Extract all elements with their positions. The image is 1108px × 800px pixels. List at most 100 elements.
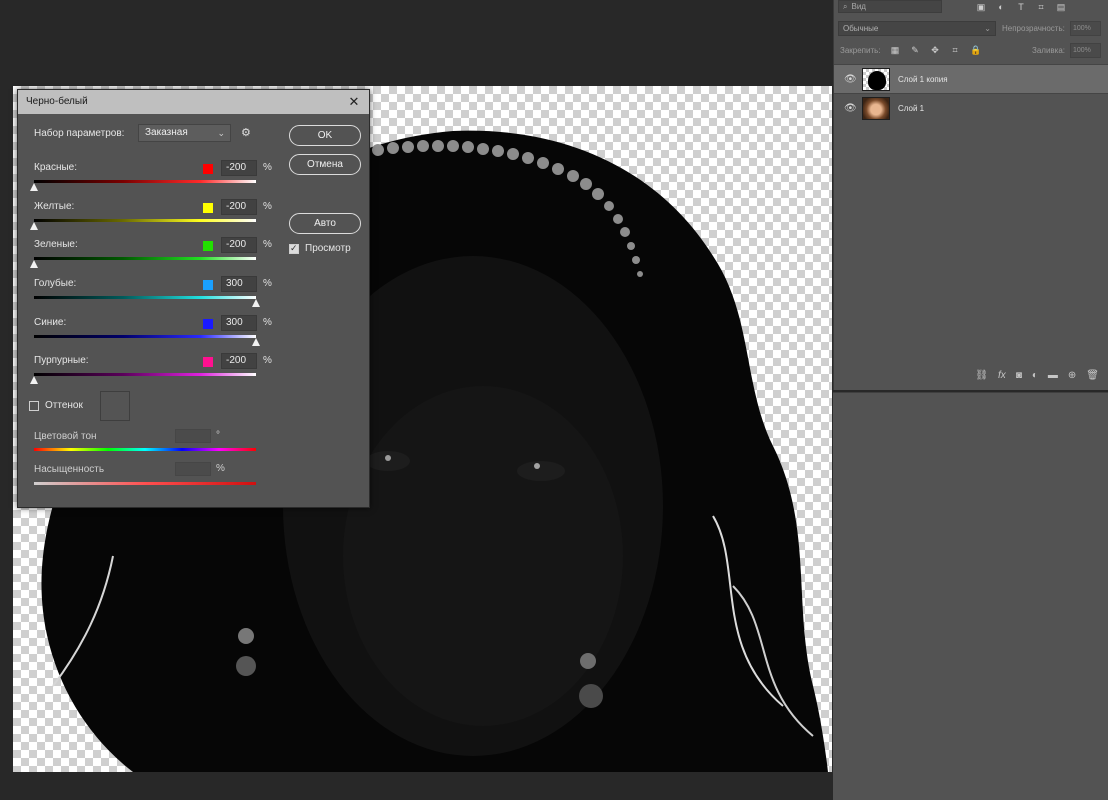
shape-filter-icon[interactable]: ⌗ (1036, 2, 1046, 12)
lock-all-icon[interactable]: 🔒 (970, 45, 981, 55)
type-filter-icon[interactable]: T (1016, 2, 1026, 12)
new-layer-icon[interactable]: ⊕ (1068, 370, 1076, 381)
percent-label: % (263, 162, 272, 173)
saturation-label: Насыщенность (34, 464, 105, 475)
slider-label: Синие: (34, 317, 67, 328)
lock-move-icon[interactable]: ✥ (930, 45, 940, 55)
adjustment-icon[interactable]: ◐ (1032, 370, 1038, 381)
slider-track[interactable] (34, 219, 256, 222)
slider-value-field[interactable]: -200 (221, 199, 257, 215)
trash-icon[interactable]: 🗑 (1086, 370, 1099, 381)
slider-track[interactable] (34, 335, 256, 338)
slider-thumb[interactable] (252, 338, 260, 346)
percent-label: % (263, 239, 272, 250)
slider-label: Желтые: (34, 201, 75, 212)
lock-paint-icon[interactable]: ✎ (910, 45, 920, 55)
close-icon[interactable]: ✕ (347, 95, 361, 109)
slider-thumb[interactable] (30, 376, 38, 384)
dialog-title: Черно-белый (26, 96, 88, 107)
slider-label: Красные: (34, 162, 77, 173)
blend-mode-value: Обычные (843, 24, 879, 33)
slider-value-field[interactable]: 300 (221, 315, 257, 331)
slider-thumb[interactable] (30, 183, 38, 191)
layers-footer: ⛓ fx ◙ ◐ ▬ ⊕ 🗑 (834, 365, 1108, 385)
auto-button[interactable]: Авто (289, 213, 361, 234)
gear-icon[interactable]: ⚙ (241, 126, 251, 139)
tint-label: Оттенок (45, 400, 83, 411)
percent-label: % (263, 201, 272, 212)
filter-label: Вид (851, 2, 866, 11)
slider-value: 300 (226, 278, 243, 289)
color-swatch (203, 164, 213, 174)
saturation-unit: % (216, 463, 225, 474)
smart-filter-icon[interactable]: ▤ (1056, 2, 1066, 12)
color-swatch (203, 241, 213, 251)
fx-icon[interactable]: fx (998, 370, 1006, 381)
hue-unit: ° (216, 430, 220, 441)
slider-thumb[interactable] (30, 260, 38, 268)
cancel-button[interactable]: Отмена (289, 154, 361, 175)
layer-filter-select[interactable]: ⌕ Вид (838, 0, 942, 13)
preview-label: Просмотр (305, 243, 351, 254)
slider-track[interactable] (34, 180, 256, 183)
color-swatch (203, 357, 213, 367)
blend-mode-select[interactable]: Обычные ⌄ (838, 21, 996, 36)
layer-row[interactable]: 👁 Слой 1 копия (834, 64, 1108, 93)
tint-color-swatch[interactable] (100, 391, 130, 421)
eye-icon[interactable]: 👁 (844, 74, 857, 85)
black-white-dialog: Черно-белый ✕ Набор параметров: Заказная… (17, 89, 370, 508)
slider-label: Голубые: (34, 278, 77, 289)
slider-thumb[interactable] (30, 222, 38, 230)
link-icon[interactable]: ⛓ (975, 370, 988, 381)
slider-value: -200 (226, 239, 247, 250)
tint-checkbox[interactable] (29, 401, 39, 411)
panel-empty-area (833, 392, 1108, 800)
dialog-title-bar[interactable]: Черно-белый (18, 90, 369, 114)
layer-row[interactable]: 👁 Слой 1 (834, 93, 1108, 122)
slider-thumb[interactable] (252, 299, 260, 307)
lock-artboard-icon[interactable]: ⌗ (950, 45, 960, 55)
fill-field[interactable]: 100% (1070, 43, 1101, 58)
fill-value: 100% (1073, 47, 1091, 54)
preset-value: Заказная (145, 127, 188, 138)
percent-label: % (263, 278, 272, 289)
chevron-down-icon: ⌄ (984, 24, 991, 33)
slider-value: -200 (226, 355, 247, 366)
slider-label: Зеленые: (34, 239, 78, 250)
hue-label: Цветовой тон (34, 431, 97, 442)
layer-name: Слой 1 копия (898, 75, 948, 84)
folder-icon[interactable]: ▬ (1048, 370, 1058, 381)
slider-value-field[interactable]: -200 (221, 160, 257, 176)
slider-label: Пурпурные: (34, 355, 89, 366)
slider-track[interactable] (34, 257, 256, 260)
fill-label: Заливка: (1032, 46, 1066, 55)
layers-panel: ⌕ Вид ▣ ◐ T ⌗ ▤ Обычные ⌄ Непрозрачность… (833, 0, 1108, 390)
slider-value-field[interactable]: -200 (221, 237, 257, 253)
hue-track[interactable] (34, 448, 256, 451)
ok-button[interactable]: OK (289, 125, 361, 146)
saturation-field[interactable] (175, 462, 211, 476)
preset-label: Набор параметров: (34, 128, 125, 139)
mask-icon[interactable]: ◙ (1016, 370, 1022, 381)
slider-value: 300 (226, 317, 243, 328)
percent-label: % (263, 355, 272, 366)
color-swatch (203, 319, 213, 329)
slider-value: -200 (226, 201, 247, 212)
saturation-track[interactable] (34, 482, 256, 485)
slider-track[interactable] (34, 296, 256, 299)
slider-track[interactable] (34, 373, 256, 376)
opacity-value: 100% (1073, 25, 1091, 32)
percent-label: % (263, 317, 272, 328)
slider-value-field[interactable]: -200 (221, 353, 257, 369)
slider-value-field[interactable]: 300 (221, 276, 257, 292)
opacity-field[interactable]: 100% (1070, 21, 1101, 36)
preset-select[interactable]: Заказная ⌄ (138, 124, 231, 142)
adjustment-filter-icon[interactable]: ◐ (996, 2, 1006, 12)
eye-icon[interactable]: 👁 (844, 103, 857, 114)
hue-field[interactable] (175, 429, 211, 443)
slider-value: -200 (226, 162, 247, 173)
color-swatch (203, 280, 213, 290)
image-filter-icon[interactable]: ▣ (976, 2, 986, 12)
preview-checkbox[interactable] (289, 243, 299, 254)
lock-pixels-icon[interactable]: ▦ (890, 45, 900, 55)
